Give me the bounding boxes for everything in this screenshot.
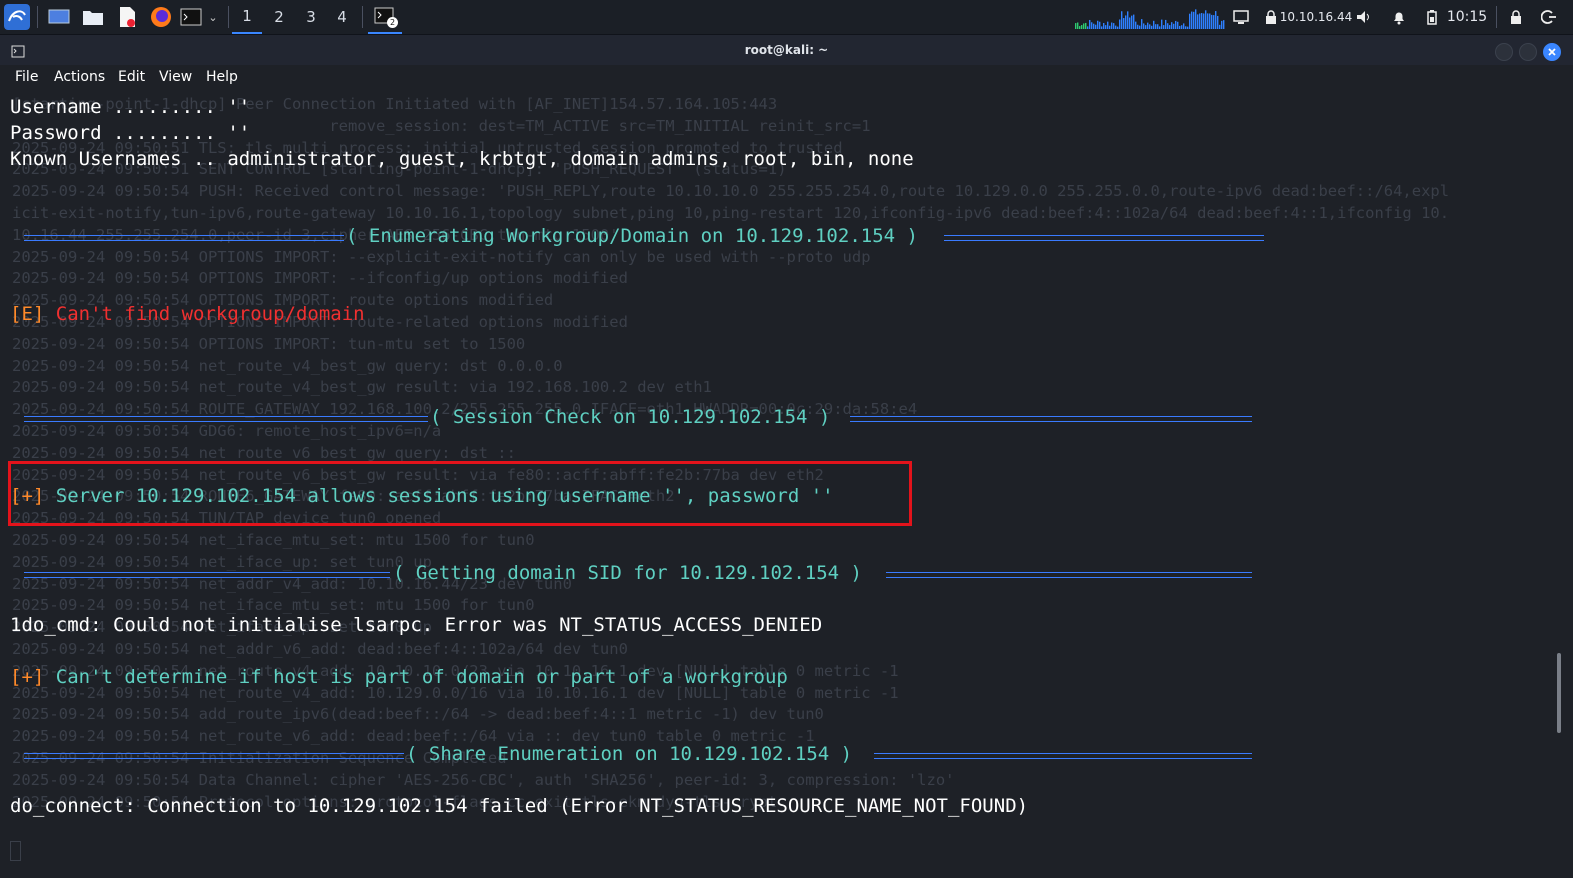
menu-actions[interactable]: Actions bbox=[54, 69, 105, 85]
background-log-line: 2025-09-24 09:50:54 net_iface_mtu_set: m… bbox=[12, 531, 535, 549]
screen-icon[interactable] bbox=[1230, 0, 1252, 34]
background-log-line: 2025-09-24 09:50:54 add_route_ipv6(dead:… bbox=[12, 705, 824, 724]
terminal-task-button[interactable]: 2 bbox=[368, 0, 402, 34]
menu-edit[interactable]: Edit bbox=[118, 69, 145, 85]
ip-address: 10.10.16.44 bbox=[1279, 10, 1353, 24]
header-session: ( Session Check on 10.129.102.154 ) bbox=[430, 406, 831, 428]
window-titlebar[interactable]: root@kali: ~ bbox=[0, 35, 1573, 65]
background-log-line: 2025-09-24 09:50:54 net_iface_mtu_set: m… bbox=[12, 596, 535, 615]
background-log-line: 2025-09-24 09:50:54 Data Channel: cipher… bbox=[12, 770, 955, 789]
volume-icon[interactable] bbox=[1354, 0, 1374, 34]
clock[interactable]: 10:15 bbox=[1446, 0, 1488, 34]
kali-menu-icon[interactable] bbox=[3, 0, 31, 34]
header-workgroup: ( Enumerating Workgroup/Domain on 10.129… bbox=[346, 225, 918, 247]
header-rule-right bbox=[874, 753, 1252, 759]
known-usernames-line: Known Usernames .. administrator, guest,… bbox=[10, 148, 914, 170]
workspace-1[interactable]: 1 bbox=[232, 0, 262, 34]
header-sid: ( Getting domain SID for 10.129.102.154 … bbox=[393, 562, 862, 584]
close-icon bbox=[1548, 48, 1556, 56]
success-tag: [+] bbox=[10, 666, 45, 688]
logout-icon[interactable] bbox=[1538, 0, 1560, 34]
background-log-line: 2025-09-24 09:50:54 OPTIONS IMPORT: tun-… bbox=[12, 334, 526, 353]
domain-text: Can't determine if host is part of domai… bbox=[44, 666, 788, 688]
vpn-lock-icon[interactable] bbox=[1262, 0, 1280, 34]
header-rule-right bbox=[944, 235, 1264, 241]
connect-error-line: do_connect: Connection to 10.129.102.154… bbox=[10, 795, 1029, 817]
highlight-box bbox=[8, 461, 912, 526]
header-rule-left bbox=[24, 572, 390, 578]
lsarpc-error-line: 1do_cmd: Could not initialise lsarpc. Er… bbox=[10, 614, 823, 636]
header-rule-left bbox=[24, 235, 344, 241]
scrollbar[interactable] bbox=[1557, 653, 1561, 733]
error-tag: [E] bbox=[10, 303, 45, 325]
terminal-launcher-icon[interactable] bbox=[179, 0, 203, 34]
battery-icon[interactable] bbox=[1423, 0, 1441, 34]
file-manager-icon[interactable] bbox=[80, 0, 106, 34]
chevron-down-icon[interactable]: ⌄ bbox=[204, 0, 222, 34]
header-share: ( Share Enumeration on 10.129.102.154 ) bbox=[406, 743, 853, 765]
close-button[interactable] bbox=[1543, 43, 1561, 61]
minimize-button[interactable] bbox=[1495, 43, 1513, 61]
header-rule-left bbox=[24, 416, 428, 422]
firefox-icon[interactable] bbox=[148, 0, 174, 34]
background-log-line: 2025-09-24 09:50:54 net_iface_up: set tu… bbox=[12, 552, 432, 571]
header-rule-right bbox=[850, 416, 1252, 422]
workspace-2[interactable]: 2 bbox=[264, 0, 294, 34]
menu-view[interactable]: View bbox=[159, 69, 192, 85]
window-count-badge: 2 bbox=[387, 17, 398, 28]
domain-status-line: [+] Can't determine if host is part of d… bbox=[10, 666, 788, 688]
background-log-line: 2025-09-24 09:50:54 PUSH: Received contr… bbox=[12, 182, 1450, 201]
background-log-line: 2025-09-24 09:50:54 net_route_v4_best_gw… bbox=[12, 378, 712, 397]
background-log-line: 2025-09-24 09:50:54 GDG6: remote_host_ip… bbox=[12, 422, 442, 440]
notification-bell-icon[interactable] bbox=[1389, 0, 1409, 34]
header-rule-right bbox=[886, 572, 1252, 578]
maximize-button[interactable] bbox=[1519, 43, 1537, 61]
text-editor-icon[interactable] bbox=[114, 0, 140, 34]
desktop-icon[interactable] bbox=[46, 0, 72, 34]
menu-bar: File Actions Edit View Help bbox=[0, 65, 1573, 91]
background-log-line: 2025-09-24 09:50:54 OPTIONS IMPORT: --ex… bbox=[12, 247, 871, 266]
cursor bbox=[10, 841, 21, 861]
header-rule-left bbox=[24, 753, 404, 759]
menu-help[interactable]: Help bbox=[206, 69, 238, 85]
lock-screen-icon[interactable] bbox=[1506, 0, 1526, 34]
username-line: Username ......... '' bbox=[10, 96, 251, 118]
cpu-graph bbox=[1075, 0, 1225, 34]
workspace-4[interactable]: 4 bbox=[327, 0, 357, 34]
workspace-3[interactable]: 3 bbox=[296, 0, 326, 34]
background-log-line: icit-exit-notify,tun-ipv6,route-gateway … bbox=[12, 204, 1450, 222]
background-log-line: 2025-09-24 09:50:54 net_route_v4_best_gw… bbox=[12, 356, 563, 375]
background-log-line: 2025-09-24 09:50:54 OPTIONS IMPORT: --if… bbox=[12, 269, 628, 288]
taskbar: ⌄ 1 2 3 4 2 10.10.16.44 10:15 bbox=[0, 0, 1573, 35]
password-line: Password ......... '' bbox=[10, 122, 251, 144]
background-log-line: 2025-09-24 09:50:54 net_route_v6_best_gw… bbox=[12, 443, 516, 462]
window-title: root@kali: ~ bbox=[744, 43, 829, 57]
error-line: [E] Can't find workgroup/domain bbox=[10, 303, 365, 325]
error-text: Can't find workgroup/domain bbox=[44, 303, 365, 325]
background-log-line: 2025-09-24 09:50:54 net_addr_v6_add: dea… bbox=[12, 640, 628, 658]
menu-file[interactable]: File bbox=[15, 69, 38, 85]
